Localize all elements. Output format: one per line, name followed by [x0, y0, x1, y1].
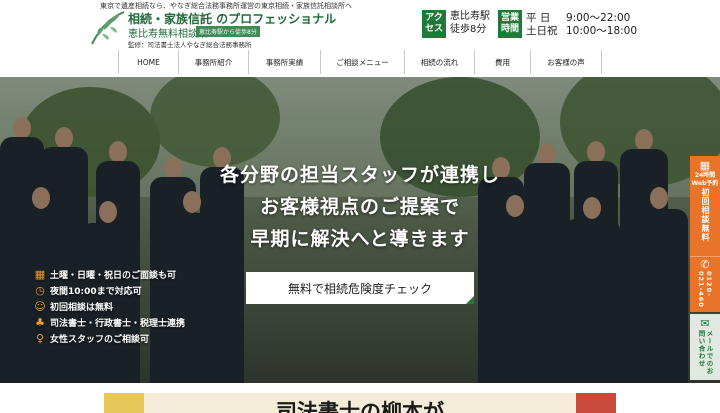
mail-button[interactable]: ✉ メールでのお問い合わせ — [690, 314, 720, 380]
side-contact-widget: ▦ 24時間 Web予約 初回相談無料 ✆ 0120-021-460 ✉ メール… — [690, 156, 720, 380]
nav-item-home[interactable]: HOME — [118, 50, 178, 74]
phone-button[interactable]: ✆ 0120-021-460 — [690, 256, 720, 312]
calendar-icon: ▦ — [34, 267, 46, 281]
nav-item-consult-menu[interactable]: ご相談メニュー — [320, 50, 404, 74]
access-walk: 徒歩8分 — [450, 24, 487, 35]
web-booking-button[interactable]: ▦ 24時間 Web予約 初回相談無料 — [690, 156, 720, 256]
nav-item-flow[interactable]: 相続の流れ — [404, 50, 474, 74]
group-icon: ♣ — [35, 315, 45, 329]
hours-weekend-time: 10:00〜18:00 — [566, 25, 638, 37]
nav-item-voices[interactable]: お客様の声 — [530, 50, 602, 74]
hero-headline-line3: 早期に解決へと導きます — [250, 228, 470, 250]
phone-number: 0120-021-460 — [697, 271, 713, 308]
access-badge: アクセス — [422, 10, 446, 38]
feature-list: ▦ 土曜・日曜・祝日のご面談も可 ◷ 夜間10:00まで対応可 ☺ 初回相談は無… — [34, 266, 185, 346]
feature-text: 初回相談は無料 — [50, 302, 114, 313]
supervisor-text: 監修：司法書士法人やなぎ総合法務事務所 — [128, 41, 252, 49]
web-booking-hours: 24時間 — [694, 172, 716, 179]
feature-item: ☺ 初回相談は無料 — [34, 298, 185, 314]
nav-item-fees[interactable]: 費用 — [474, 50, 530, 74]
feature-item: ◷ 夜間10:00まで対応可 — [34, 282, 185, 298]
logo-leaf-icon[interactable] — [88, 8, 128, 48]
hours-weekend-label: 土日祝 — [526, 25, 558, 37]
mail-icon: ✉ — [700, 317, 710, 330]
woman-icon: ♀ — [35, 331, 45, 345]
corner-accent-icon — [466, 296, 474, 304]
feature-item: ♀ 女性スタッフのご相談可 — [34, 330, 185, 346]
smile-icon: ☺ — [34, 299, 46, 313]
hero-headline-line2: お客様視点のご提案で — [259, 196, 460, 218]
hours-weekend: 土日祝 10:00〜18:00 — [526, 23, 637, 38]
clock-icon: ◷ — [35, 283, 45, 297]
feature-text: 司法書士・行政書士・税理士連携 — [50, 318, 186, 329]
feature-text: 土曜・日曜・祝日のご面談も可 — [50, 270, 177, 281]
feature-text: 女性スタッフのご相談可 — [50, 334, 150, 345]
main-nav: HOME 事務所紹介 事務所実績 ご相談メニュー 相続の流れ 費用 お客様の声 — [118, 50, 602, 74]
web-booking-vertical: 初回相談無料 — [701, 188, 710, 242]
feature-item: ♣ 司法書士・行政書士・税理士連携 — [34, 314, 185, 330]
nav-item-office[interactable]: 事務所紹介 — [178, 50, 248, 74]
banner-heading: 司法書士の柳本が — [276, 400, 444, 413]
mail-label: メールでのお問い合わせ — [697, 330, 713, 375]
intro-banner[interactable]: 司法書士の柳本が — [104, 393, 616, 413]
phone-icon: ✆ — [700, 258, 710, 271]
nav-item-results[interactable]: 事務所実績 — [248, 50, 320, 74]
access-station: 恵比寿駅 — [450, 11, 490, 22]
calendar-icon: ▦ — [699, 159, 711, 172]
site-header: 東京で遺産相続なら、やなぎ総合法務事務所運営の東京相続・家族信託相談所へ 相続・… — [0, 0, 720, 49]
feature-item: ▦ 土曜・日曜・祝日のご面談も可 — [34, 266, 185, 282]
risk-check-label: 無料で相続危険度チェック — [287, 281, 432, 296]
station-badge: 恵比寿駅から徒歩8分 — [196, 26, 260, 37]
hours-badge: 営業時間 — [498, 10, 522, 38]
feature-text: 夜間10:00まで対応可 — [50, 286, 142, 297]
risk-check-button[interactable]: 無料で相続危険度チェック — [246, 272, 474, 304]
hero-headline-line1: 各分野の担当スタッフが連携し — [219, 164, 500, 186]
access-info: 恵比寿駅 徒歩8分 — [450, 10, 490, 36]
web-booking-label: Web予約 — [691, 180, 719, 187]
